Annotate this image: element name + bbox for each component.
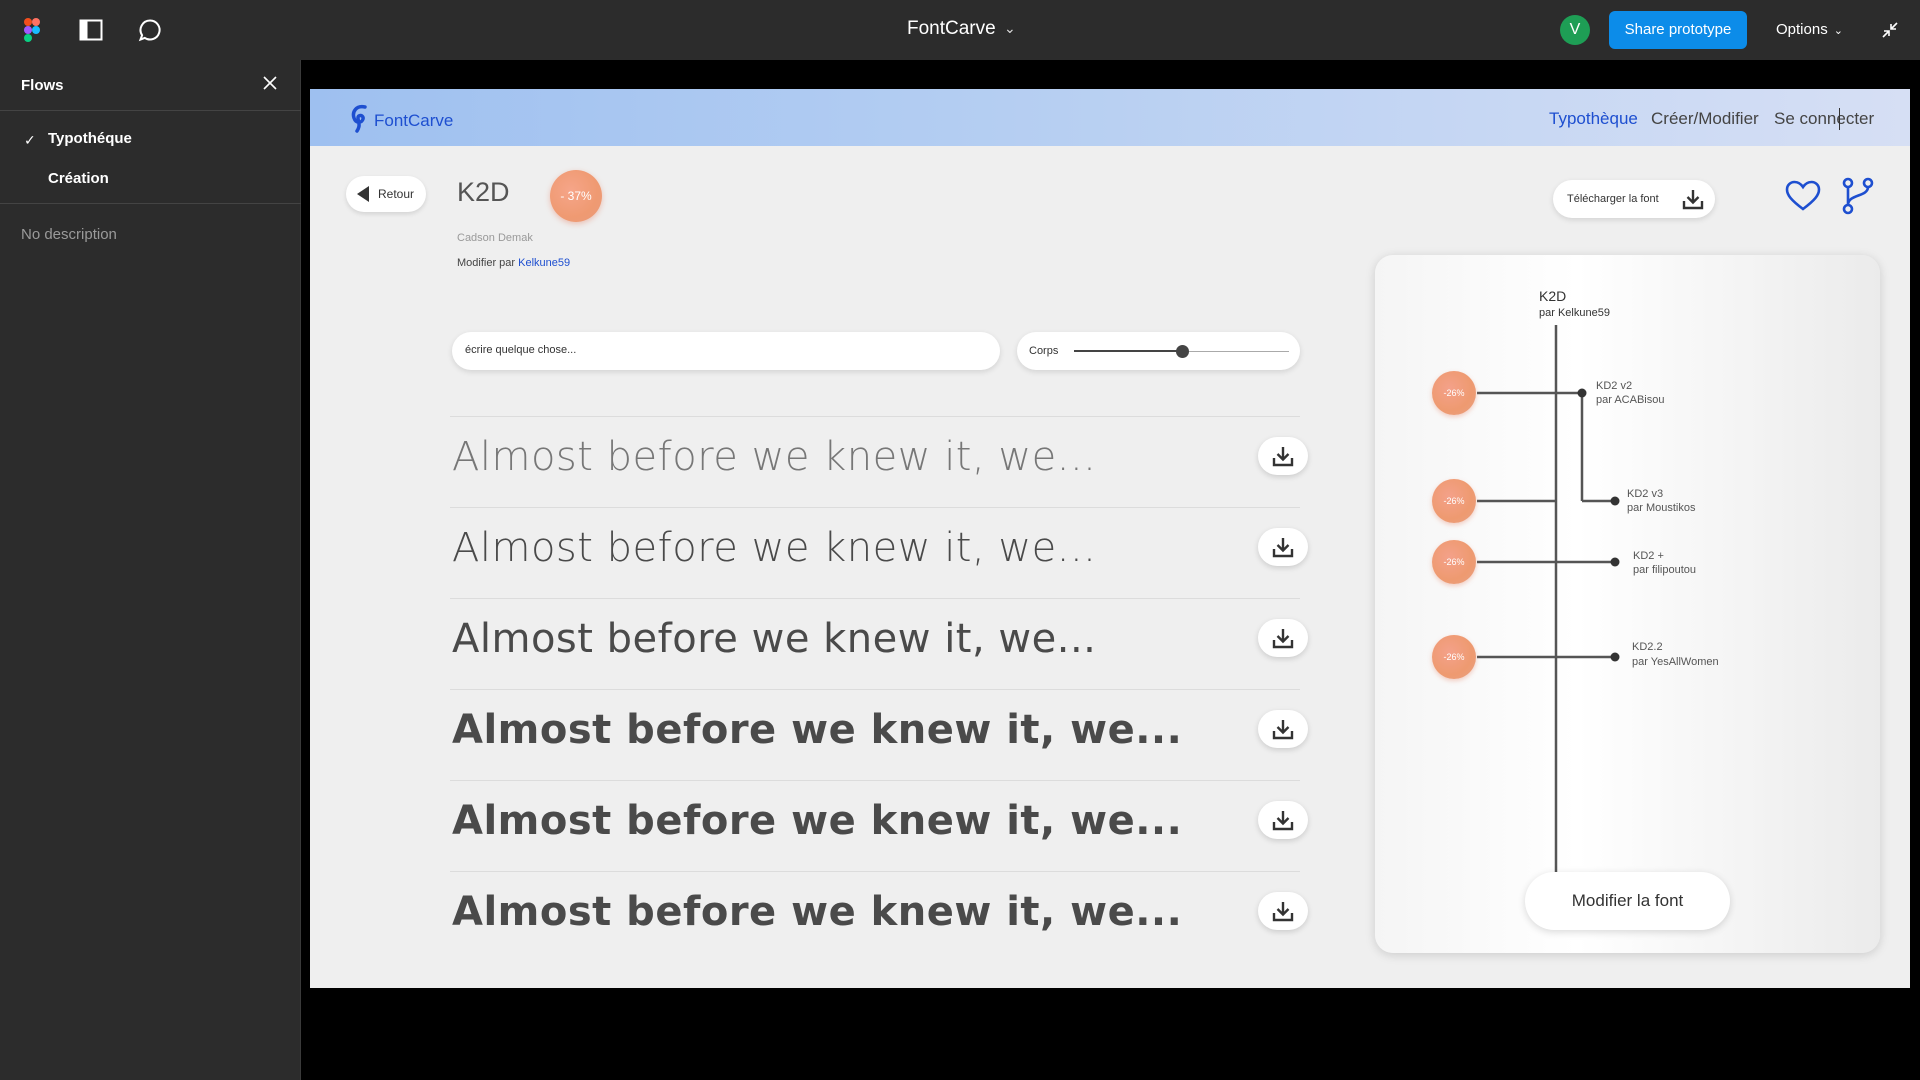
prototype-title[interactable]: FontCarve xyxy=(907,18,996,40)
download-style-button[interactable] xyxy=(1258,801,1308,839)
chevron-down-icon[interactable]: ⌄ xyxy=(1004,20,1016,37)
download-icon xyxy=(1272,720,1294,740)
font-name: K2D xyxy=(457,177,510,207)
version-tree-panel: K2D par Kelkune59 -26% KD2 v2 par ACABis… xyxy=(1375,255,1880,953)
download-font-button[interactable]: Télécharger la font xyxy=(1553,180,1715,218)
sample-text: Almost before we knew it, we... xyxy=(452,707,1183,753)
sample-row: Almost before we knew it, we... xyxy=(450,416,1308,507)
download-style-button[interactable] xyxy=(1258,528,1308,566)
back-arrow-icon xyxy=(357,186,369,202)
flows-panel: Flows ✓ Typothéque Création No descripti… xyxy=(0,60,301,1080)
divider xyxy=(0,203,301,204)
size-slider-fill xyxy=(1074,350,1182,352)
heart-icon[interactable] xyxy=(1785,180,1821,217)
sample-row: Almost before we knew it, we... xyxy=(450,780,1308,871)
options-label: Options xyxy=(1776,21,1828,38)
branch-author: par filipoutou xyxy=(1633,564,1696,576)
download-font-label: Télécharger la font xyxy=(1567,193,1659,205)
download-icon xyxy=(1272,538,1294,558)
size-slider-box: Corps xyxy=(1017,332,1300,370)
nav-se-connecter[interactable]: Se connecter xyxy=(1774,109,1874,129)
branch-author: par Moustikos xyxy=(1627,502,1696,514)
discount-badge: - 37% xyxy=(550,170,602,222)
divider xyxy=(0,110,301,111)
download-icon xyxy=(1272,447,1294,467)
sample-row: Almost before we knew it, we... xyxy=(450,871,1308,962)
branch-name[interactable]: KD2.2 xyxy=(1632,641,1663,653)
sample-row: Almost before we knew it, we... xyxy=(450,689,1308,780)
branch-badge[interactable]: -26% xyxy=(1432,479,1476,523)
branch-author: par ACABisou xyxy=(1596,394,1665,406)
sample-text: Almost before we knew it, we... xyxy=(452,525,1097,571)
options-menu[interactable]: Options ⌄ xyxy=(1776,21,1843,38)
branch-author: par YesAllWomen xyxy=(1632,656,1719,668)
fontcarve-logo-icon[interactable] xyxy=(350,103,370,138)
branch-badge[interactable]: -26% xyxy=(1432,371,1476,415)
branch-name[interactable]: KD2 v3 xyxy=(1627,488,1663,500)
download-icon xyxy=(1272,811,1294,831)
size-slider-handle[interactable] xyxy=(1175,345,1189,358)
sample-text: Almost before we knew it, we... xyxy=(452,889,1183,935)
fork-icon[interactable] xyxy=(1841,177,1875,220)
download-style-button[interactable] xyxy=(1258,437,1308,475)
back-label: Retour xyxy=(378,187,415,201)
chevron-down-icon: ⌄ xyxy=(1833,25,1843,37)
modified-by: Modifier par Kelkune59 xyxy=(457,257,570,269)
figma-toolbar: FontCarve ⌄ V Share prototype Options ⌄ xyxy=(0,0,1920,60)
modified-by-link[interactable]: Kelkune59 xyxy=(518,257,570,269)
download-style-button[interactable] xyxy=(1258,619,1308,657)
sample-row: Almost before we knew it, we... xyxy=(450,598,1308,689)
share-prototype-button[interactable]: Share prototype xyxy=(1609,11,1747,49)
checkmark-icon: ✓ xyxy=(24,132,36,148)
branch-badge[interactable]: -26% xyxy=(1432,540,1476,584)
tree-root-author: par Kelkune59 xyxy=(1539,307,1610,319)
modify-font-button[interactable]: Modifier la font xyxy=(1525,872,1730,930)
sample-text: Almost before we knew it, we... xyxy=(452,798,1183,844)
flow-description: No description xyxy=(21,226,117,243)
brand-name[interactable]: FontCarve xyxy=(374,111,453,131)
download-icon xyxy=(1272,902,1294,922)
branch-name[interactable]: KD2 + xyxy=(1633,550,1664,562)
sample-list: Almost before we knew it, we... Almost be… xyxy=(450,416,1308,962)
size-label: Corps xyxy=(1029,345,1059,357)
collapse-icon[interactable] xyxy=(1878,18,1902,42)
back-button[interactable]: Retour xyxy=(346,176,426,212)
close-icon[interactable] xyxy=(262,75,282,95)
download-icon xyxy=(1681,187,1705,216)
avatar[interactable]: V xyxy=(1560,15,1590,45)
sample-row: Almost before we knew it, we... xyxy=(450,507,1308,598)
flow-item-typotheque[interactable]: Typothéque xyxy=(48,130,132,147)
flows-heading: Flows xyxy=(21,77,64,94)
app-header: FontCarve Typothèque Créer/Modifier Se c… xyxy=(310,89,1910,146)
download-icon xyxy=(1272,629,1294,649)
branch-badge[interactable]: -26% xyxy=(1432,635,1476,679)
nav-typotheque[interactable]: Typothèque xyxy=(1549,109,1638,129)
download-style-button[interactable] xyxy=(1258,892,1308,930)
sidebar-toggle-icon[interactable] xyxy=(79,18,103,42)
sample-text-input[interactable]: écrire quelque chose... xyxy=(452,332,1000,370)
branch-name[interactable]: KD2 v2 xyxy=(1596,380,1632,392)
version-tree-lines xyxy=(1477,325,1620,872)
nav-creer-modifier[interactable]: Créer/Modifier xyxy=(1651,109,1759,129)
flow-item-creation[interactable]: Création xyxy=(48,170,109,187)
text-cursor xyxy=(1839,108,1840,130)
prototype-frame: FontCarve Typothèque Créer/Modifier Se c… xyxy=(310,89,1910,988)
sample-text: Almost before we knew it, we... xyxy=(452,616,1097,662)
figma-logo-icon[interactable] xyxy=(20,18,44,42)
comment-icon[interactable] xyxy=(138,18,162,42)
download-style-button[interactable] xyxy=(1258,710,1308,748)
tree-root-name: K2D xyxy=(1539,288,1567,304)
sample-text: Almost before we knew it, we... xyxy=(452,434,1097,480)
font-designer: Cadson Demak xyxy=(457,232,533,244)
modified-prefix: Modifier par xyxy=(457,257,516,269)
